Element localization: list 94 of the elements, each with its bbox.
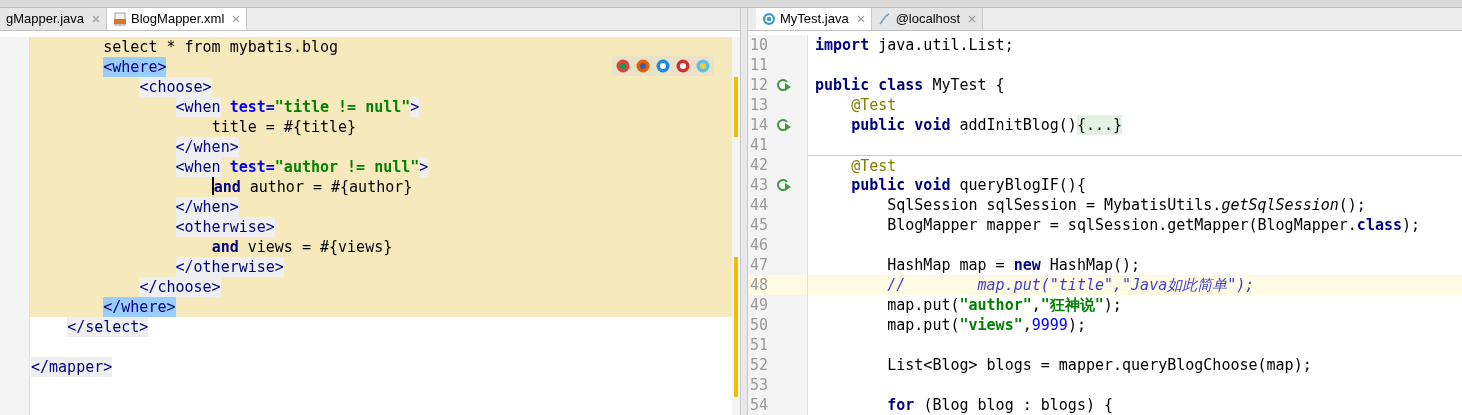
- xml-tag: </choose>: [139, 277, 221, 297]
- keyword: new: [1013, 255, 1041, 275]
- xml-tag: </when>: [175, 137, 239, 157]
- xml-tag: </mapper>: [31, 357, 113, 377]
- line-number: 47: [749, 255, 770, 275]
- line-number: 11: [749, 55, 770, 75]
- keyword: class: [1356, 215, 1402, 235]
- close-icon[interactable]: [92, 15, 101, 23]
- code-text: java.util.List;: [878, 35, 1014, 55]
- code-text: map.put(: [887, 295, 960, 315]
- code-text: title = #{title}: [211, 117, 357, 137]
- line-number: 45: [749, 215, 770, 235]
- xml-tag: </otherwise>: [175, 257, 284, 277]
- xml-tag: </where>: [103, 297, 176, 317]
- string-literal: "title != null": [274, 97, 411, 117]
- method-call: getSqlSession: [1221, 195, 1339, 215]
- code-text: HashMap();: [1049, 255, 1141, 275]
- string-literal: "author": [959, 295, 1032, 315]
- xml-tag: <otherwise>: [175, 217, 275, 237]
- code-text: ,: [1022, 315, 1032, 335]
- xml-tag: <when: [175, 97, 221, 117]
- folded-code: {...}: [1076, 115, 1123, 135]
- line-number: 41: [749, 135, 770, 155]
- code-text: (Blog blog : blogs) {: [923, 395, 1114, 415]
- code-text: ,: [1031, 295, 1041, 315]
- xml-tag: >: [419, 157, 429, 177]
- run-icon[interactable]: [776, 178, 792, 192]
- code-text: BlogMapper mapper = sqlSession.getMapper(BlogMapper.: [887, 215, 1357, 235]
- code-comment: // map.put("title","Java如此简单");: [887, 275, 1255, 295]
- line-number: 54: [749, 395, 770, 415]
- string-literal: "views": [959, 315, 1023, 335]
- code-text: author = #{author}: [249, 177, 413, 197]
- line-number: 46: [749, 235, 770, 255]
- line-number: 42: [749, 155, 770, 175]
- close-icon[interactable]: [856, 15, 865, 23]
- code-text: queryBlogIF(){: [959, 175, 1086, 195]
- editor-tab[interactable]: MyTest.java: [756, 8, 872, 30]
- code-text: map.put(: [887, 315, 960, 335]
- annotation: @Test: [851, 95, 897, 115]
- code-text: List<Blog> blogs = mapper.queryBlogChoose(map);: [887, 355, 1312, 375]
- code-text: );: [1103, 295, 1122, 315]
- code-text: ();: [1338, 195, 1366, 215]
- editor-tab[interactable]: gMapper.java: [0, 8, 108, 30]
- code-text: views = #{views}: [247, 237, 393, 257]
- keyword: public void: [851, 115, 951, 135]
- line-number: 12: [749, 75, 770, 95]
- browser-icon[interactable]: [616, 59, 630, 73]
- code-text: );: [1067, 315, 1086, 335]
- keyword: public class: [815, 75, 924, 95]
- line-number: 48: [749, 275, 770, 295]
- attribute-name: test=: [229, 97, 275, 117]
- keyword: for: [887, 395, 915, 415]
- browser-icon[interactable]: [676, 59, 690, 73]
- string-literal: "author != null": [274, 157, 420, 177]
- run-icon[interactable]: [776, 78, 792, 92]
- line-number: 10: [749, 35, 770, 55]
- xml-tag: >: [410, 97, 420, 117]
- line-number: 43: [749, 175, 770, 195]
- code-text: MyTest {: [932, 75, 1005, 95]
- line-number: 13: [749, 95, 770, 115]
- xml-tag: <where>: [103, 57, 167, 77]
- attribute-name: test=: [229, 157, 275, 177]
- code-text: select * from mybatis.blog: [103, 37, 339, 57]
- xml-tag: </when>: [175, 197, 239, 217]
- code-text: addInitBlog(): [959, 115, 1077, 135]
- keyword: public void: [851, 175, 951, 195]
- close-icon[interactable]: [232, 15, 241, 23]
- code-text: HashMap map =: [887, 255, 1006, 275]
- line-number: 49: [749, 295, 770, 315]
- line-number: 51: [749, 335, 770, 355]
- close-icon[interactable]: [968, 15, 977, 23]
- xml-tag: <when: [175, 157, 221, 177]
- keyword: import: [815, 35, 870, 55]
- run-icon[interactable]: [776, 118, 792, 132]
- class-file-icon: [762, 12, 776, 26]
- code-text: SqlSession sqlSession = MybatisUtils.: [887, 195, 1222, 215]
- editor-tab[interactable]: BlogMapper.xml: [107, 8, 248, 30]
- line-number: 14: [749, 115, 770, 135]
- line-number: 52: [749, 355, 770, 375]
- number-literal: 9999: [1031, 315, 1068, 335]
- annotation: @Test: [851, 156, 897, 175]
- keyword: and: [213, 177, 241, 197]
- keyword: and: [211, 237, 239, 257]
- code-text: );: [1402, 215, 1421, 235]
- line-number: 53: [749, 375, 770, 395]
- xml-tag: <choose>: [139, 77, 212, 97]
- xml-file-icon: [113, 12, 128, 26]
- browser-icon[interactable]: [656, 59, 670, 73]
- browser-icon[interactable]: [636, 59, 650, 73]
- xml-tag: </select>: [67, 317, 149, 337]
- line-number: 44: [749, 195, 770, 215]
- line-number: 50: [749, 315, 770, 335]
- editor-tab[interactable]: @localhost: [871, 8, 984, 30]
- string-literal: "狂神说": [1040, 295, 1104, 315]
